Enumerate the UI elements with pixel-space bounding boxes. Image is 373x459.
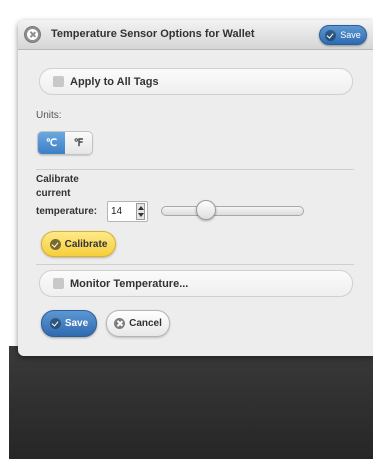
temperature-input[interactable]: [111, 204, 133, 219]
save-button[interactable]: Save: [41, 310, 97, 337]
save-button-label: Save: [64, 318, 89, 329]
monitor-temperature-toggle[interactable]: Monitor Temperature...: [39, 270, 353, 297]
apply-all-tags-toggle[interactable]: Apply to All Tags: [39, 68, 353, 95]
header-save-label: Save: [340, 30, 361, 40]
unit-celsius-button[interactable]: ℃: [38, 132, 65, 154]
dialog-header: Temperature Sensor Options for Wallet Sa…: [18, 20, 373, 50]
monitor-label: Monitor Temperature...: [70, 278, 189, 290]
calibrate-label-line1: Calibrate: [36, 174, 79, 185]
stepper-down-icon[interactable]: [138, 213, 144, 217]
divider: [36, 169, 354, 170]
cancel-button-label: Cancel: [129, 318, 162, 329]
cancel-icon: [114, 318, 126, 329]
calibrate-label-line3: temperature:: [36, 206, 98, 217]
cancel-button[interactable]: Cancel: [106, 310, 170, 337]
apply-all-checkbox[interactable]: [53, 76, 64, 87]
check-icon: [49, 238, 61, 250]
temperature-slider-track[interactable]: [161, 206, 304, 216]
close-button[interactable]: [24, 26, 41, 43]
calibrate-label-line2: current: [36, 188, 71, 199]
background-panel: [9, 346, 373, 459]
monitor-checkbox[interactable]: [53, 278, 64, 289]
dialog-title: Temperature Sensor Options for Wallet: [51, 28, 255, 40]
calibrate-button-label: Calibrate: [64, 238, 108, 250]
header-save-button[interactable]: Save: [319, 25, 367, 45]
temperature-slider-handle[interactable]: [196, 200, 216, 220]
temperature-options-dialog: Temperature Sensor Options for Wallet Sa…: [18, 20, 373, 356]
calibrate-button[interactable]: Calibrate: [41, 231, 116, 257]
stepper-up-icon[interactable]: [138, 206, 144, 210]
unit-fahrenheit-button[interactable]: ℉: [65, 132, 92, 154]
check-icon: [49, 318, 61, 329]
units-label: Units:: [36, 110, 62, 121]
stepper-buttons[interactable]: [136, 203, 145, 220]
check-icon: [325, 29, 337, 41]
divider: [36, 264, 354, 265]
temperature-stepper: [107, 201, 148, 222]
units-segmented-control: ℃ ℉: [37, 131, 93, 155]
close-icon: [27, 29, 38, 40]
apply-all-label: Apply to All Tags: [70, 76, 159, 88]
